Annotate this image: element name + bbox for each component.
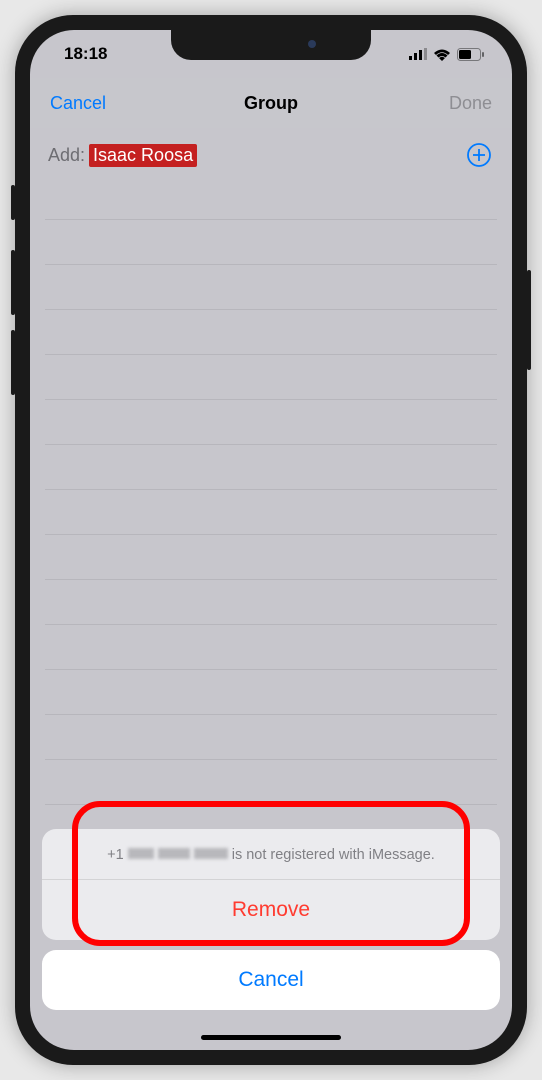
message-prefix: +1 xyxy=(107,847,124,863)
action-sheet-group: +1 is not registered with iMessage. Remo… xyxy=(42,829,500,940)
cancel-button[interactable]: Cancel xyxy=(50,93,106,114)
action-sheet: +1 is not registered with iMessage. Remo… xyxy=(30,819,512,1050)
cellular-signal-icon xyxy=(409,48,427,60)
page-title: Group xyxy=(244,93,298,114)
message-suffix: is not registered with iMessage. xyxy=(232,847,435,863)
power-button xyxy=(527,270,531,370)
volume-down-button xyxy=(11,330,15,395)
add-contact-button[interactable] xyxy=(466,142,492,168)
add-contact-row: Add: Isaac Roosa xyxy=(48,144,494,167)
action-sheet-cancel-button[interactable]: Cancel xyxy=(42,950,500,1010)
status-time: 18:18 xyxy=(64,44,107,64)
contact-chip[interactable]: Isaac Roosa xyxy=(89,144,197,167)
notch xyxy=(171,30,371,60)
content-area: Add: Isaac Roosa xyxy=(30,128,512,167)
done-button[interactable]: Done xyxy=(449,93,492,114)
wifi-icon xyxy=(433,48,451,61)
mute-switch xyxy=(11,185,15,220)
remove-button[interactable]: Remove xyxy=(42,880,500,940)
nav-bar: Cancel Group Done xyxy=(30,78,512,128)
redacted-phone-number xyxy=(128,848,228,859)
battery-icon xyxy=(457,48,484,61)
phone-screen: 18:18 Cancel Group Done Add: Isaac R xyxy=(30,30,512,1050)
status-right xyxy=(409,48,484,61)
add-label: Add: xyxy=(48,145,85,166)
volume-up-button xyxy=(11,250,15,315)
home-indicator[interactable] xyxy=(201,1035,341,1040)
phone-device-frame: 18:18 Cancel Group Done Add: Isaac R xyxy=(15,15,527,1065)
list-background xyxy=(45,175,497,850)
plus-circle-icon xyxy=(466,142,492,168)
action-sheet-message: +1 is not registered with iMessage. xyxy=(42,829,500,880)
